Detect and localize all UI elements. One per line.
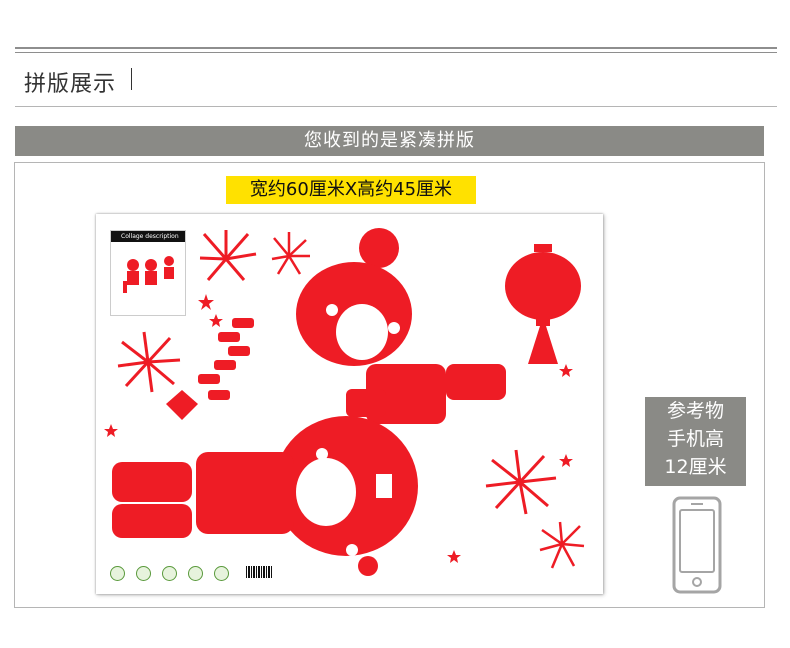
reference-line-1: 参考物 [666,400,724,422]
section-title: 拼版展示 [24,72,117,97]
reference-line-3: 12厘米 [664,456,727,478]
firework-icon [271,232,310,275]
certification-badge-icon [214,566,229,581]
thumbnail-preview [123,256,174,293]
collage-thumbnail: Collage description [110,230,186,316]
top-divider-thin [15,52,777,53]
top-divider-thick [15,47,777,49]
certification-badge-icon [162,566,177,581]
smartphone-icon [672,496,722,594]
layout-banner: 您收到的是紧凑拼版 [15,126,764,156]
certification-badge-icon [136,566,151,581]
child-figure-boy [296,228,506,424]
firework-icon [199,230,257,281]
section-divider [15,106,777,107]
sticker-sheet: Collage description [96,214,603,594]
reference-box: 参考物 手机高 12厘米 [645,397,746,486]
child-figure-girl [112,416,418,576]
firework-icon [485,449,557,515]
size-label: 宽约60厘米X高约45厘米 [226,176,476,204]
title-separator [131,68,132,90]
firecracker-icon [166,318,254,420]
firework-icon [117,331,181,393]
lantern-icon [505,244,581,364]
firework-icon [539,521,585,569]
reference-line-2: 手机高 [666,428,724,450]
certification-badge-icon [188,566,203,581]
certification-badge-icon [110,566,125,581]
barcode-icon [246,566,272,578]
